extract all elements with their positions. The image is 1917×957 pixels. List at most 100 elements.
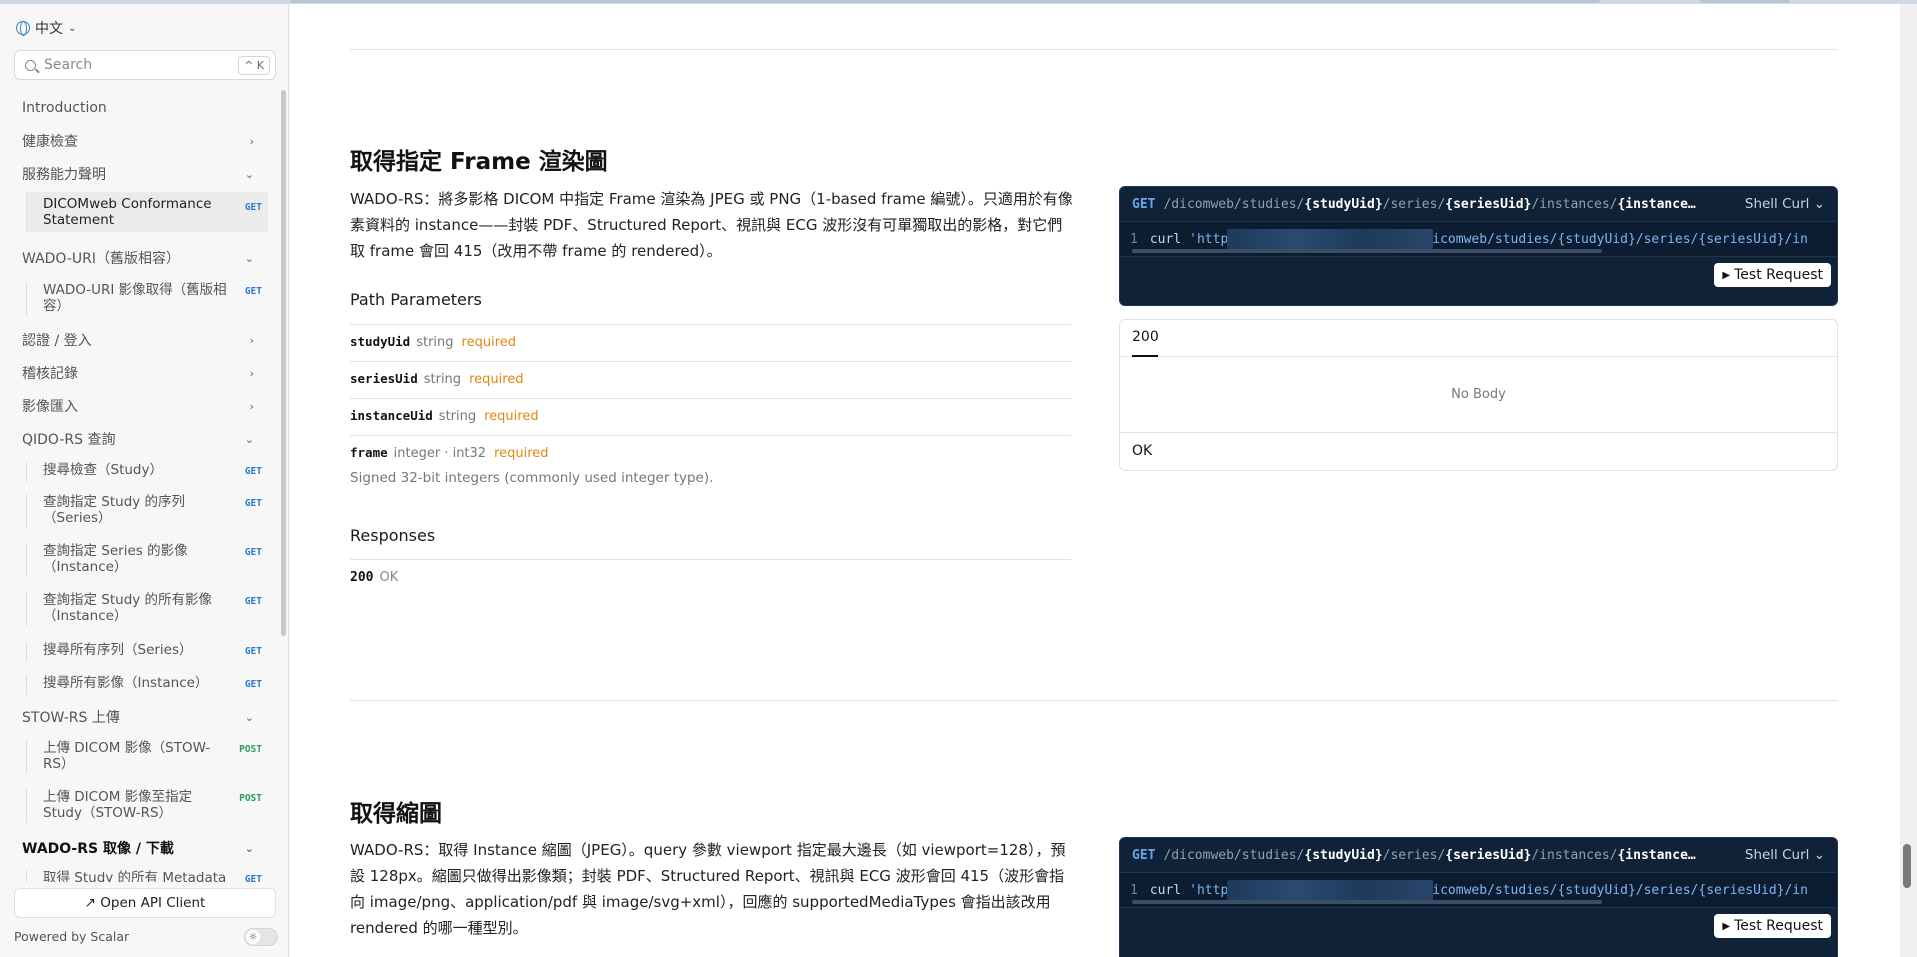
sidebar-item-label: WADO-RS 取像 / 下載	[22, 841, 174, 857]
request-method: GET	[1132, 847, 1156, 863]
param-type: integer · int32	[393, 446, 487, 461]
sidebar-item-health-check[interactable]: 健康檢查 ›	[12, 131, 266, 151]
response-example: 200 No Body OK	[1119, 319, 1838, 471]
method-badge: POST	[239, 793, 262, 804]
sidebar-item-all-instances[interactable]: 搜尋所有影像（Instance） GET	[26, 675, 268, 695]
sidebar-item-study-metadata[interactable]: 取得 Study 的所有 Metadata GET	[26, 870, 268, 882]
code-snippet[interactable]: 1 curl 'http icomweb/studies/{studyUid}/s…	[1120, 872, 1837, 908]
divider	[350, 700, 1838, 701]
curl-command: curl	[1149, 231, 1182, 247]
path-params-heading: Path Parameters	[350, 290, 482, 309]
search-icon	[25, 59, 36, 71]
chevron-down-icon: ⌄	[244, 841, 254, 855]
param-row: seriesUid string required	[350, 361, 1071, 398]
code-scrollbar[interactable]	[1132, 249, 1602, 253]
sidebar-item-qido[interactable]: QIDO-RS 查詢 ⌄	[12, 429, 266, 449]
param-row: studyUid string required	[350, 324, 1071, 361]
request-footer: ▶ Test Request	[1120, 257, 1837, 293]
sidebar-scrollbar[interactable]	[281, 90, 286, 636]
sidebar-item-introduction[interactable]: Introduction	[12, 98, 266, 118]
sidebar-item-series-instance[interactable]: 查詢指定 Series 的影像（Instance） GET	[26, 543, 268, 577]
search-box[interactable]: ^ K	[14, 50, 276, 80]
active-tab-indicator	[1132, 355, 1158, 357]
sidebar-item-stow[interactable]: STOW-RS 上傳 ⌄	[12, 707, 266, 727]
param-required: required	[461, 335, 517, 350]
param-row: instanceUid string required	[350, 398, 1071, 435]
sidebar-item-label: 影像匯入	[22, 399, 78, 415]
sidebar-item-label: 上傳 DICOM 影像至指定 Study（STOW-RS）	[43, 789, 193, 821]
curl-url-start: 'http	[1189, 882, 1229, 898]
client-selector[interactable]: Shell Curl ⌄	[1736, 847, 1825, 863]
tab-200[interactable]: 200	[1132, 329, 1159, 345]
chevron-down-icon: ⌄	[244, 432, 254, 446]
open-api-client-button[interactable]: ↗ Open API Client	[14, 888, 276, 918]
theme-toggle[interactable]: ☼	[244, 928, 278, 946]
language-switcher[interactable]: 中文 ⌄	[16, 18, 76, 38]
param-required: required	[494, 446, 549, 461]
sidebar-item-label: WADO-URI（舊版相容）	[22, 251, 180, 267]
request-footer: ▶ Test Request	[1120, 908, 1837, 944]
sidebar-item-wado-uri-get[interactable]: WADO-URI 影像取得（舊版相容） GET	[26, 282, 268, 316]
test-request-label: Test Request	[1734, 918, 1823, 934]
globe-icon	[16, 21, 30, 36]
sidebar-item-import[interactable]: 影像匯入 ›	[12, 396, 266, 416]
sidebar-item-stow-upload-study[interactable]: 上傳 DICOM 影像至指定 Study（STOW-RS） POST	[26, 789, 268, 823]
path-variable: {instance…	[1617, 196, 1696, 212]
chevron-down-icon: ⌄	[244, 710, 254, 724]
sidebar-item-all-series[interactable]: 搜尋所有序列（Series） GET	[26, 642, 268, 662]
param-type: string	[423, 372, 462, 387]
path-variable: {studyUid}	[1304, 196, 1383, 212]
request-example: GET /dicomweb/studies/{studyUid}/series/…	[1119, 837, 1838, 957]
sidebar-item-label: 服務能力聲明	[22, 167, 106, 183]
test-request-button[interactable]: ▶ Test Request	[1714, 914, 1831, 938]
request-method: GET	[1132, 196, 1156, 212]
sidebar-item-wado-uri[interactable]: WADO-URI（舊版相容） ⌄	[12, 248, 266, 268]
chevron-right-icon: ›	[249, 134, 254, 148]
path-segment: /dicomweb/studies/	[1163, 196, 1305, 212]
path-segment: /dicomweb/studies/	[1163, 847, 1305, 863]
test-request-button[interactable]: ▶ Test Request	[1714, 263, 1831, 287]
param-row: frame integer · int32 required Signed 32-b…	[350, 435, 1071, 495]
chevron-down-icon: ⌄	[244, 251, 254, 265]
sidebar-item-study-instances[interactable]: 查詢指定 Study 的所有影像（Instance） GET	[26, 592, 268, 626]
sidebar-item-study-series[interactable]: 查詢指定 Study 的序列（Series） GET	[26, 494, 268, 528]
response-text: OK	[379, 570, 399, 585]
test-request-label: Test Request	[1734, 267, 1823, 283]
path-segment: /series/	[1382, 847, 1446, 863]
sidebar-item-search-study[interactable]: 搜尋檢查（Study） GET	[26, 462, 268, 482]
sidebar-item-label: Introduction	[22, 100, 107, 116]
page-scrollbar[interactable]	[1903, 844, 1911, 888]
client-selector[interactable]: Shell Curl ⌄	[1736, 196, 1825, 212]
code-snippet[interactable]: 1 curl 'http icomweb/studies/{studyUid}/s…	[1120, 221, 1837, 257]
sidebar-item-label: QIDO-RS 查詢	[22, 432, 116, 448]
sidebar-item-conformance[interactable]: DICOMweb Conformance Statement GET	[26, 192, 268, 232]
sidebar-item-wado-rs[interactable]: WADO-RS 取像 / 下載 ⌄	[12, 838, 266, 858]
search-input[interactable]	[44, 57, 234, 73]
method-badge: POST	[239, 744, 262, 755]
main-content: 取得指定 Frame 渲染圖 WADO-RS：將多影格 DICOM 中指定 Fr…	[290, 4, 1900, 957]
method-badge: GET	[244, 498, 262, 509]
path-variable: {seriesUid}	[1445, 847, 1532, 863]
sidebar-item-label: 稽核記錄	[22, 366, 78, 382]
method-badge: GET	[244, 466, 262, 477]
sidebar-item-stow-upload[interactable]: 上傳 DICOM 影像（STOW-RS） POST	[26, 740, 268, 774]
method-badge: GET	[244, 547, 262, 558]
open-api-client-label: ↗ Open API Client	[84, 895, 206, 911]
play-icon: ▶	[1722, 920, 1731, 932]
method-badge: GET	[244, 646, 262, 657]
sidebar-item-capability[interactable]: 服務能力聲明 ⌄	[12, 164, 266, 184]
sidebar-item-auth[interactable]: 認證 / 登入 ›	[12, 330, 266, 350]
response-code: 200	[350, 570, 374, 585]
sidebar-item-label: 查詢指定 Series 的影像（Instance）	[43, 543, 188, 575]
line-number: 1	[1130, 231, 1138, 247]
redacted-host	[1227, 880, 1434, 900]
param-name: instanceUid	[350, 408, 433, 423]
param-required: required	[484, 409, 539, 424]
code-scrollbar[interactable]	[1132, 900, 1602, 904]
play-icon: ▶	[1722, 269, 1731, 281]
chevron-right-icon: ›	[249, 333, 254, 347]
response-status: OK	[1132, 443, 1153, 459]
sidebar-item-audit[interactable]: 稽核記錄 ›	[12, 363, 266, 383]
top-tab-strip-right	[1700, 0, 1790, 3]
sidebar-item-label: 認證 / 登入	[22, 333, 92, 349]
